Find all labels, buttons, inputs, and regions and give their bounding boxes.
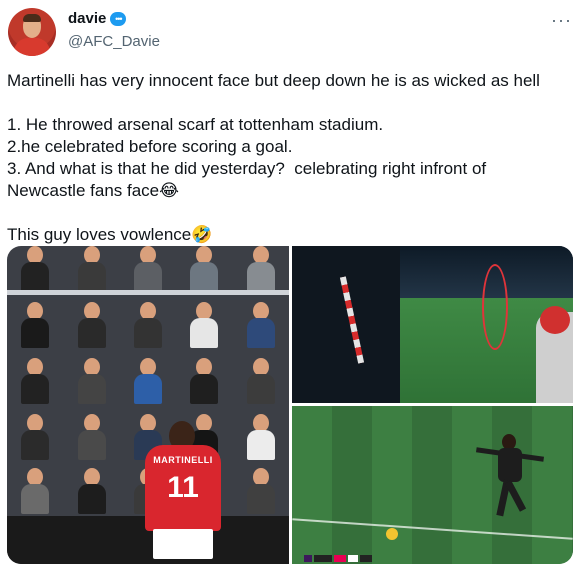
avatar[interactable] xyxy=(8,8,56,56)
tweet-card: davie ••• @AFC_Davie ··· Martinelli has … xyxy=(0,0,582,571)
media-grid: MARTINELLI 11 xyxy=(7,246,573,564)
fan xyxy=(246,358,275,404)
media-image-stadium[interactable] xyxy=(292,246,573,403)
tweet-line: 2.he celebrated before scoring a goal. xyxy=(7,137,293,156)
fan xyxy=(21,468,50,514)
fan xyxy=(77,302,106,348)
fan xyxy=(133,246,162,292)
score-bug-home xyxy=(334,554,346,562)
fan xyxy=(21,246,50,292)
avatar-hair xyxy=(23,14,41,22)
author-display-name[interactable]: davie xyxy=(68,10,106,27)
fan xyxy=(246,302,275,348)
highlight-circle xyxy=(482,264,508,350)
crowd-row xyxy=(7,302,289,348)
tweet-line: This guy loves vowlence🤣 xyxy=(7,225,213,244)
ellipsis-badge-icon: ••• xyxy=(110,11,127,26)
score-bug-away xyxy=(360,554,372,562)
fan xyxy=(246,468,275,514)
player-back: MARTINELLI 11 xyxy=(145,421,221,564)
spectator-hat xyxy=(540,306,570,334)
more-options-icon[interactable]: ··· xyxy=(551,10,572,31)
spectator xyxy=(536,306,573,403)
score-bug xyxy=(304,554,372,562)
player-shirt-number: 11 xyxy=(167,471,199,504)
author-name-row: davie ••• xyxy=(68,10,127,27)
author-handle[interactable]: @AFC_Davie xyxy=(68,33,160,50)
running-player xyxy=(475,434,545,524)
crowd-row xyxy=(7,246,289,292)
fan xyxy=(246,414,275,460)
tweet-line: 3. And what is that he did yesterday? ce… xyxy=(7,159,487,178)
fan xyxy=(21,302,50,348)
media-image-match[interactable] xyxy=(292,406,573,564)
fan xyxy=(77,358,106,404)
fan xyxy=(77,468,106,514)
avatar-shirt xyxy=(14,38,50,56)
media-image-crowd[interactable]: MARTINELLI 11 xyxy=(7,246,289,564)
score-bug-clock xyxy=(314,554,332,562)
player-leg xyxy=(504,480,527,512)
tweet-text: Martinelli has very innocent face but de… xyxy=(7,70,567,246)
tweet-line: Newcastle fans face😂 xyxy=(7,181,179,200)
fan xyxy=(133,302,162,348)
fan xyxy=(21,414,50,460)
fan xyxy=(190,358,219,404)
ball xyxy=(386,528,398,540)
tweet-line: 1. He throwed arsenal scarf at tottenham… xyxy=(7,115,384,134)
fan xyxy=(21,358,50,404)
fan xyxy=(246,246,275,292)
tweet-line: Martinelli has very innocent face but de… xyxy=(7,71,540,90)
fan xyxy=(190,246,219,292)
crowd-row xyxy=(7,358,289,404)
stand-rail xyxy=(7,290,289,295)
score-bug-score xyxy=(348,554,358,562)
player-shirt-name: MARTINELLI xyxy=(153,455,213,465)
fan xyxy=(133,358,162,404)
crowd-dark-area xyxy=(292,246,400,403)
player-body xyxy=(498,448,522,482)
fan xyxy=(77,246,106,292)
player-shorts xyxy=(153,529,213,559)
match-pitch xyxy=(292,406,573,564)
fan xyxy=(77,414,106,460)
score-bug-logo xyxy=(304,554,312,562)
fan xyxy=(190,302,219,348)
